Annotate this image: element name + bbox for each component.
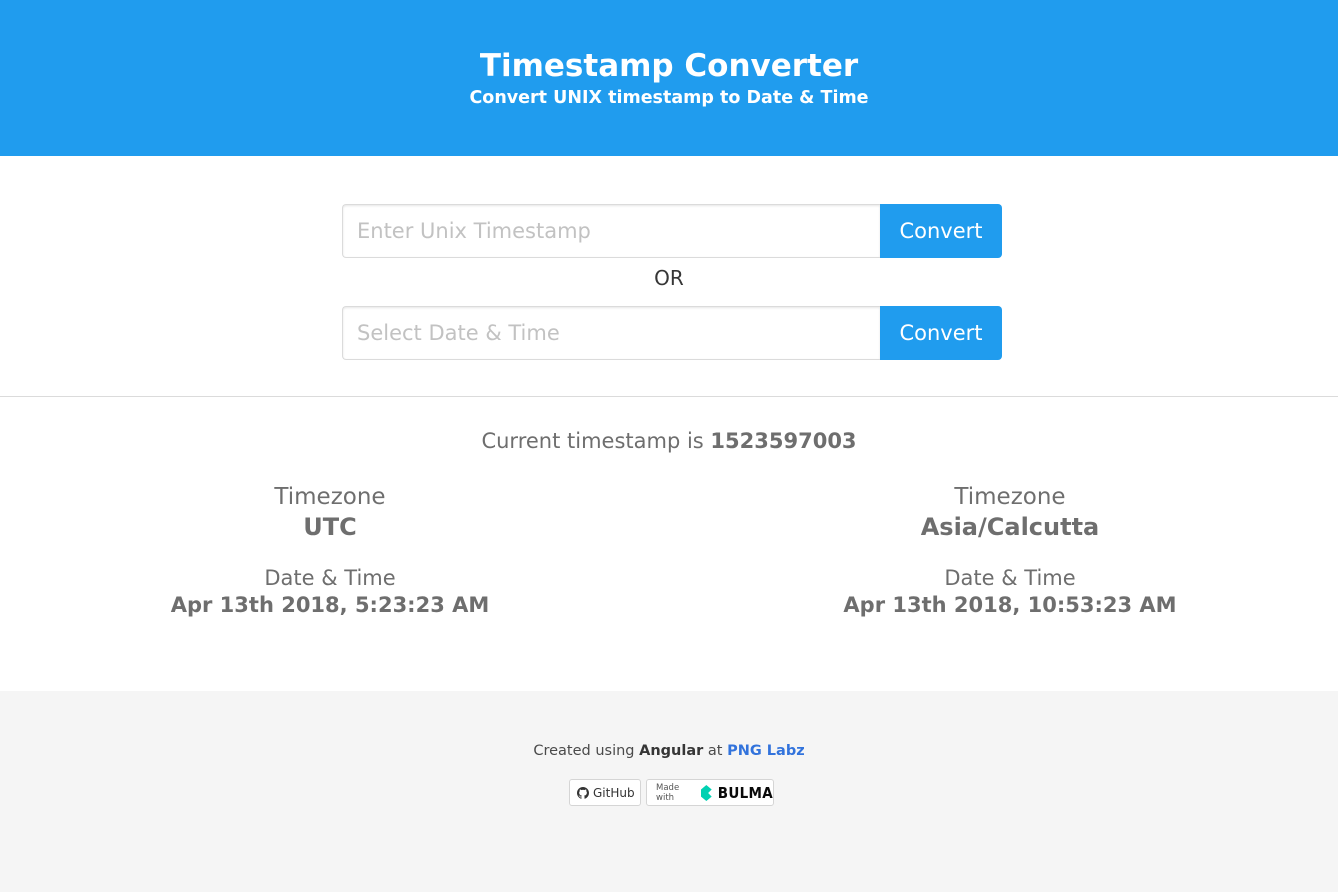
bulma-wordmark: BULMA [717, 783, 773, 802]
current-timestamp: Current timestamp is 1523597003 [0, 426, 1338, 456]
page-subtitle: Convert UNIX timestamp to Date & Time [469, 88, 869, 108]
github-label: GitHub [593, 785, 635, 800]
github-badge[interactable]: GitHub [569, 779, 641, 806]
timezone-label: Timezone [274, 484, 386, 510]
credit-prefix: Created using [533, 743, 635, 759]
date-time-label: Date & Time [264, 566, 396, 590]
timezone-value: Asia/Calcutta [920, 513, 1100, 541]
date-time-label: Date & Time [944, 566, 1076, 590]
current-timestamp-value: 1523597003 [710, 429, 857, 453]
made-with-label: Made with [656, 782, 680, 803]
page-title: Timestamp Converter [479, 48, 859, 84]
timezone-value: UTC [303, 513, 357, 541]
bulma-badge[interactable]: Made with BULMA [646, 779, 774, 806]
hero-banner: Timestamp Converter Convert UNIX timesta… [0, 0, 1338, 156]
timezone-label: Timezone [954, 484, 1066, 510]
date-time-value: Apr 13th 2018, 10:53:23 AM [843, 593, 1177, 617]
convert-timestamp-button[interactable]: Convert [880, 204, 1002, 258]
footer-credit: Created using Angular at PNG Labz [0, 741, 1338, 761]
or-separator: OR [654, 266, 684, 290]
timestamp-input[interactable] [342, 204, 880, 258]
current-timestamp-label: Current timestamp is [481, 429, 704, 453]
date-form: Convert [342, 306, 1002, 360]
timezone-card-local: Timezone Asia/Calcutta Date & Time Apr 1… [720, 482, 1300, 618]
author-link[interactable]: PNG Labz [727, 743, 805, 759]
bulma-logo-icon [701, 784, 712, 801]
date-time-input[interactable] [342, 306, 880, 360]
footer-badges: GitHub Made with BULMA [569, 779, 774, 806]
convert-date-button[interactable]: Convert [880, 306, 1002, 360]
credit-at: at [707, 743, 723, 759]
timestamp-form: Convert [342, 204, 1002, 258]
date-time-value: Apr 13th 2018, 5:23:23 AM [170, 593, 490, 617]
github-icon [577, 786, 589, 799]
section-divider [0, 396, 1338, 397]
timezone-card-utc: Timezone UTC Date & Time Apr 13th 2018, … [40, 482, 620, 618]
credit-framework: Angular [639, 743, 704, 759]
footer: Created using Angular at PNG Labz GitHub… [0, 691, 1338, 892]
